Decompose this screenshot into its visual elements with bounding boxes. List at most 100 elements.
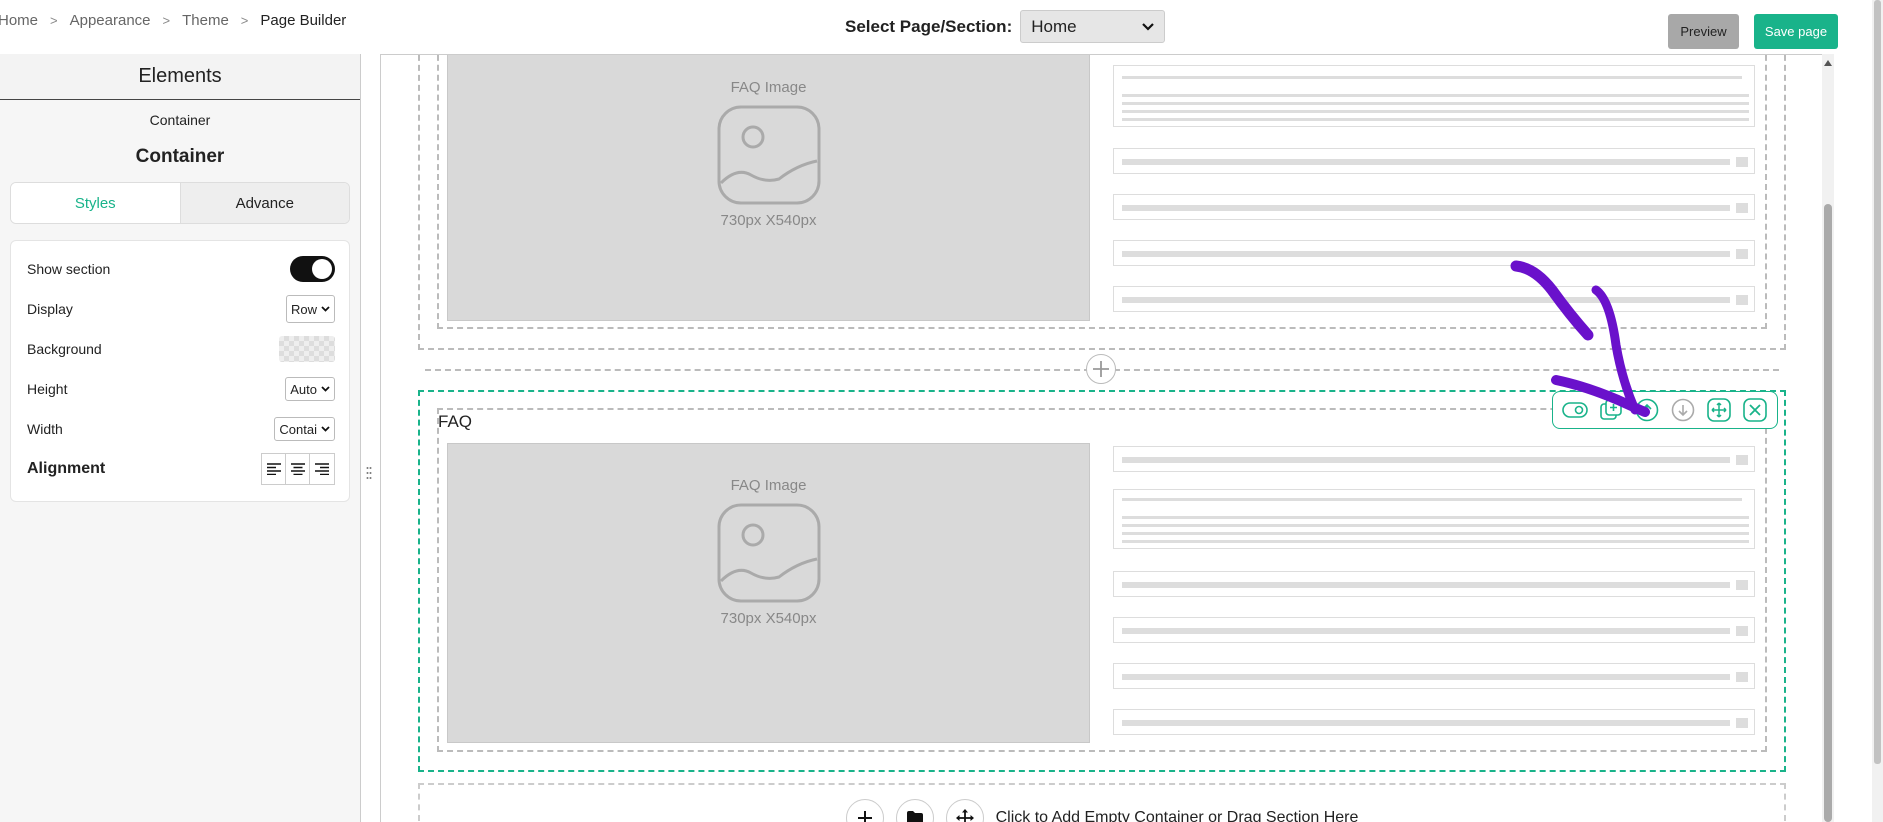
page-builder-screen: Home > Appearance > Theme > Page Builder… (0, 0, 1883, 822)
breadcrumb-theme[interactable]: Theme (182, 12, 229, 29)
faq-question-item[interactable] (1113, 446, 1755, 472)
faq-question-item[interactable] (1113, 709, 1755, 735)
plus-icon (1093, 361, 1109, 377)
text-line (1122, 457, 1730, 463)
chevron-right-icon: > (50, 13, 58, 28)
align-center-icon (290, 463, 305, 475)
chevron-down-icon (321, 426, 330, 432)
text-line (1122, 251, 1730, 257)
breadcrumb-appearance[interactable]: Appearance (70, 12, 151, 29)
faq-expand-icon (1736, 455, 1748, 465)
chevron-down-icon (1142, 22, 1155, 31)
chevron-down-icon (321, 306, 330, 312)
page-select[interactable]: Home (1020, 10, 1166, 43)
align-right-button[interactable] (310, 454, 334, 484)
faq-image-size: 730px X540px (720, 212, 817, 229)
builder-canvas: FAQ Image 730px X540px FAQ FAQ Image 730… (380, 54, 1824, 822)
height-select-value: Auto (290, 381, 317, 397)
faq-image-placeholder[interactable]: FAQ Image 730px X540px (447, 443, 1090, 743)
faq-question-item[interactable] (1113, 663, 1755, 689)
width-label: Width (27, 421, 63, 437)
text-line (1122, 110, 1749, 113)
faq-image-placeholder[interactable]: FAQ Image 730px X540px (447, 55, 1090, 321)
scroll-up-arrow-icon[interactable] (1824, 60, 1832, 66)
drag-move-button[interactable] (1705, 396, 1733, 424)
move-down-button[interactable] (1669, 396, 1697, 424)
tab-advance[interactable]: Advance (180, 183, 349, 223)
alignment-label: Alignment (27, 460, 106, 477)
sidebar-tabs: Styles Advance (10, 182, 350, 224)
save-page-button[interactable]: Save page (1754, 14, 1838, 49)
folder-icon (906, 811, 923, 822)
toggle-visibility-button[interactable] (1561, 396, 1589, 424)
tab-styles[interactable]: Styles (11, 183, 181, 223)
sidebar-title: Elements (0, 54, 360, 100)
delete-section-button[interactable] (1741, 396, 1769, 424)
width-select[interactable]: Contai (274, 417, 335, 441)
text-line (1122, 118, 1749, 121)
text-line (1122, 582, 1730, 588)
chevron-down-icon (321, 386, 330, 392)
duplicate-button[interactable] (1597, 396, 1625, 424)
faq-question-item[interactable] (1113, 194, 1755, 220)
align-right-icon (315, 463, 329, 475)
display-select[interactable]: Row (285, 295, 335, 323)
move-up-icon (1635, 398, 1659, 422)
height-label: Height (27, 381, 68, 397)
display-label: Display (27, 301, 73, 317)
background-color-picker[interactable] (279, 336, 335, 362)
page-select-label: Select Page/Section: (845, 16, 1013, 36)
page-select-group: Select Page/Section: Home (845, 10, 1166, 43)
add-section-button[interactable] (1086, 354, 1116, 384)
faq-question-item[interactable] (1113, 571, 1755, 597)
text-line (1122, 516, 1749, 519)
text-line (1122, 532, 1749, 535)
show-section-toggle[interactable] (290, 256, 335, 282)
style-settings-card: Show section Display Row Background Heig… (10, 240, 350, 502)
height-row: Height Auto (27, 369, 335, 409)
faq-title[interactable]: FAQ (438, 412, 472, 432)
move-down-icon (1671, 398, 1695, 422)
canvas-scrollbar-thumb[interactable] (1824, 204, 1832, 822)
height-select[interactable]: Auto (285, 377, 335, 401)
elements-sidebar: Elements Container Container Styles Adva… (0, 54, 361, 822)
align-left-button[interactable] (262, 454, 286, 484)
breadcrumb-home[interactable]: Home (0, 12, 38, 29)
background-label: Background (27, 341, 102, 357)
add-empty-container-button[interactable] (845, 799, 884, 822)
toggle-visibility-icon (1562, 402, 1588, 418)
faq-expand-icon (1736, 626, 1748, 636)
add-from-library-button[interactable] (895, 799, 934, 822)
faq-expand-icon (1736, 249, 1748, 259)
canvas-scrollbar[interactable] (1822, 54, 1834, 822)
faq-image-size: 730px X540px (720, 610, 817, 627)
faq-question-item[interactable] (1113, 148, 1755, 174)
toggle-knob (312, 259, 332, 279)
move-up-button[interactable] (1633, 396, 1661, 424)
text-line (1122, 498, 1742, 501)
chevron-right-icon: > (162, 13, 171, 28)
faq-question-item[interactable] (1113, 240, 1755, 266)
breadcrumb-page-builder: Page Builder (260, 12, 347, 29)
alignment-row: Alignment (27, 449, 335, 489)
text-line (1122, 159, 1730, 165)
window-scrollbar-thumb[interactable] (1874, 0, 1881, 764)
add-container-dropzone[interactable]: Click to Add Empty Container or Drag Sec… (418, 783, 1786, 822)
sidebar-resize-handle[interactable] (366, 466, 374, 482)
drag-move-icon (955, 809, 974, 822)
sidebar-subtitle: Container (149, 112, 211, 128)
show-section-label: Show section (27, 261, 111, 277)
preview-button[interactable]: Preview (1668, 14, 1739, 49)
drag-move-icon (1707, 398, 1731, 422)
drag-section-button[interactable] (945, 799, 984, 822)
add-container-text: Click to Add Empty Container or Drag Sec… (995, 809, 1359, 822)
text-line (1122, 297, 1730, 303)
faq-question-item[interactable] (1113, 286, 1755, 312)
align-center-button[interactable] (286, 454, 310, 484)
window-scrollbar[interactable] (1872, 0, 1883, 822)
text-line (1122, 540, 1749, 543)
text-line (1122, 674, 1730, 680)
faq-question-item[interactable] (1113, 617, 1755, 643)
background-row: Background (27, 329, 335, 369)
show-section-row: Show section (27, 249, 335, 289)
